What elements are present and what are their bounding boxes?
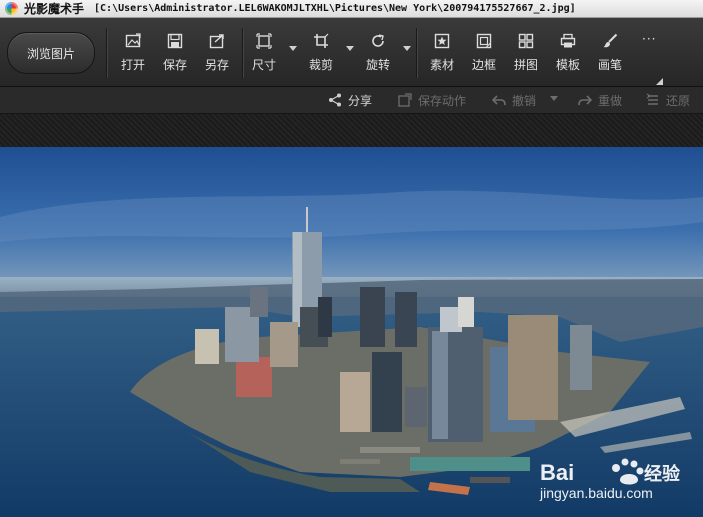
- open-button[interactable]: 打开: [112, 32, 154, 76]
- resize-icon: [255, 32, 273, 50]
- baidu-paw-logo-icon: Bai 经验 jingyan.baidu.com: [539, 458, 681, 501]
- material-star-icon: [433, 32, 451, 50]
- collage-button[interactable]: 拼图: [505, 32, 547, 76]
- undo-label: 撤销: [512, 93, 537, 108]
- expand-toolbar-icon[interactable]: [656, 78, 663, 85]
- title-bar: 光影魔术手 [C:\Users\Administrator.LEL6WAKOMJ…: [0, 0, 703, 18]
- rotate-label: 旋转: [365, 58, 390, 72]
- save-button[interactable]: 保存: [154, 32, 196, 76]
- save-as-button[interactable]: 另存: [196, 32, 238, 76]
- toolbar-divider: [416, 28, 417, 78]
- brush-label: 画笔: [597, 58, 622, 72]
- baidu-jingyan-watermark: Bai 经验 jingyan.baidu.com: [536, 452, 696, 502]
- watermark-brand-suffix: 经验: [644, 463, 681, 485]
- open-image-icon: [124, 32, 142, 50]
- size-label: 尺寸: [251, 58, 276, 72]
- crop-label: 裁剪: [308, 58, 333, 72]
- watermark-brand-prefix: Bai: [540, 460, 574, 485]
- toolbar-divider: [106, 28, 107, 78]
- collage-grid-icon: [517, 32, 535, 50]
- template-button[interactable]: 模板: [547, 32, 589, 76]
- app-title: 光影魔术手: [24, 2, 85, 16]
- save-icon: [166, 32, 184, 50]
- save-action-label: 保存动作: [418, 93, 467, 108]
- restore-icon: [645, 92, 661, 108]
- border-frame-icon: [475, 32, 493, 50]
- rotate-button[interactable]: 旋转: [357, 32, 399, 76]
- undo-arrow-icon: [491, 92, 507, 108]
- restore-label: 还原: [666, 93, 691, 108]
- save-as-label: 另存: [204, 58, 229, 72]
- share-icon: [327, 92, 343, 108]
- save-action-icon: [397, 92, 413, 108]
- redo-button[interactable]: 重做: [577, 91, 622, 109]
- crop-icon: [312, 32, 330, 50]
- undo-dropdown-chevron-icon[interactable]: [550, 96, 558, 101]
- template-printer-icon: [559, 32, 577, 50]
- share-label: 分享: [348, 93, 373, 108]
- share-button[interactable]: 分享: [327, 91, 372, 109]
- save-as-icon: [208, 32, 226, 50]
- crop-button[interactable]: 裁剪: [300, 32, 342, 76]
- rotate-icon: [369, 32, 387, 50]
- border-label: 边框: [471, 58, 496, 72]
- redo-label: 重做: [598, 93, 623, 108]
- material-button[interactable]: 素材: [421, 32, 463, 76]
- redo-arrow-icon: [577, 92, 593, 108]
- material-label: 素材: [429, 58, 454, 72]
- collage-label: 拼图: [513, 58, 538, 72]
- browse-images-button[interactable]: 浏览图片: [7, 32, 95, 74]
- main-toolbar: 浏览图片 打开 保存 另存 尺寸 裁剪 旋转 素材 边框 拼图 模板 画笔 ··…: [0, 18, 703, 87]
- more-tools-button[interactable]: ···: [642, 32, 656, 46]
- app-logo-icon: [5, 2, 18, 15]
- rotate-dropdown-chevron-icon[interactable]: [403, 46, 411, 51]
- border-button[interactable]: 边框: [463, 32, 505, 76]
- brush-button[interactable]: 画笔: [589, 32, 631, 76]
- save-action-button[interactable]: 保存动作: [397, 91, 466, 109]
- size-button[interactable]: 尺寸: [243, 32, 285, 76]
- crop-dropdown-chevron-icon[interactable]: [346, 46, 354, 51]
- file-path: [C:\Users\Administrator.LEL6WAKOMJLTXHL\…: [94, 3, 576, 14]
- watermark-url: jingyan.baidu.com: [539, 485, 653, 501]
- brush-icon: [601, 32, 619, 50]
- save-label: 保存: [162, 58, 187, 72]
- restore-button[interactable]: 还原: [645, 91, 690, 109]
- undo-button[interactable]: 撤销: [491, 91, 536, 109]
- template-label: 模板: [555, 58, 580, 72]
- open-label: 打开: [120, 58, 145, 72]
- size-dropdown-chevron-icon[interactable]: [289, 46, 297, 51]
